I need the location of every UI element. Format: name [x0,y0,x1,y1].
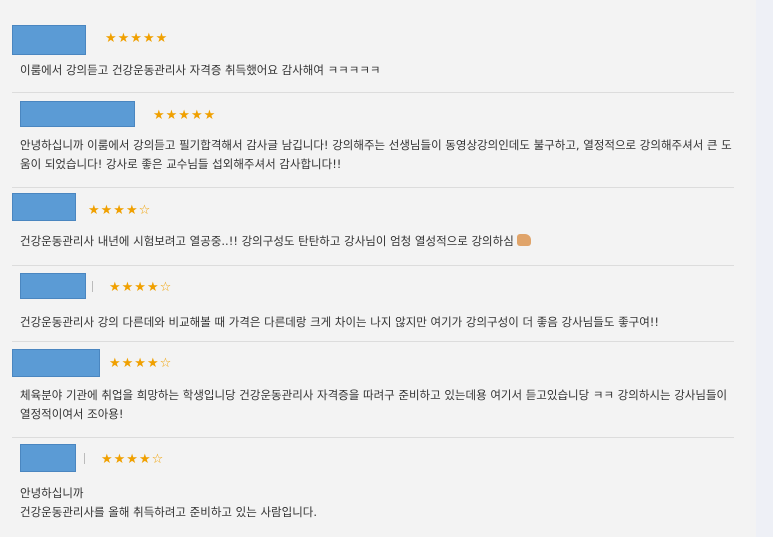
review-text: 이룸에서 강의듣고 건강운동관리사 자격증 취득했어요 감사해여 ㅋㅋㅋㅋㅋ [20,63,381,77]
star-rating: ★★★★★ [105,31,169,46]
avatar [20,273,86,299]
review-item: ★★★★★ 안녕하십니까 이룸에서 강의듣고 필기합격해서 감사글 남깁니다! … [12,101,734,188]
review-item: ★★★★☆ 체육분야 기관에 취업을 희망하는 학생입니당 건강운동관리사 자격… [12,349,734,438]
review-item: ★★★★☆ 건강운동관리사 내년에 시험보려고 열공중..!! 강의구성도 탄탄… [12,193,734,266]
review-text: 안녕하십니까 이룸에서 강의듣고 필기합격해서 감사글 남깁니다! 강의해주는 … [20,138,732,171]
review-text: 안녕하십니까 건강운동관리사를 올해 취득하려고 준비하고 있는 사람입니다. [20,486,318,519]
star-rating: ★★★★☆ [109,356,173,371]
review-text: 체육분야 기관에 취업을 희망하는 학생입니당 건강운동관리사 자격증을 따려구… [20,388,731,421]
thumbs-up-icon [516,234,531,246]
review-item: ★★★★☆ 안녕하십니까 건강운동관리사를 올해 취득하려고 준비하고 있는 사… [12,444,734,529]
star-rating: ★★★★☆ [101,452,165,467]
divider [84,453,85,464]
divider [92,281,93,292]
star-rating: ★★★★☆ [109,280,173,295]
avatar [12,349,100,377]
avatar [20,444,76,472]
star-rating: ★★★★☆ [88,203,152,218]
review-text-content: 건강운동관리사 내년에 시험보려고 열공중..!! 강의구성도 탄탄하고 강사님… [20,234,514,248]
avatar [12,193,76,221]
avatar [12,25,86,55]
review-text: 건강운동관리사 내년에 시험보려고 열공중..!! 강의구성도 탄탄하고 강사님… [20,232,736,251]
review-text: 건강운동관리사 강의 다른데와 비교해볼 때 가격은 다른데랑 크게 차이는 나… [20,315,660,329]
star-rating: ★★★★★ [153,108,217,123]
review-list: ★★★★★ 이룸에서 강의듣고 건강운동관리사 자격증 취득했어요 감사해여 ㅋ… [0,0,756,537]
review-item: ★★★★★ 이룸에서 강의듣고 건강운동관리사 자격증 취득했어요 감사해여 ㅋ… [12,25,734,93]
avatar [20,101,135,127]
review-item: ★★★★☆ 건강운동관리사 강의 다른데와 비교해볼 때 가격은 다른데랑 크게… [12,273,734,342]
